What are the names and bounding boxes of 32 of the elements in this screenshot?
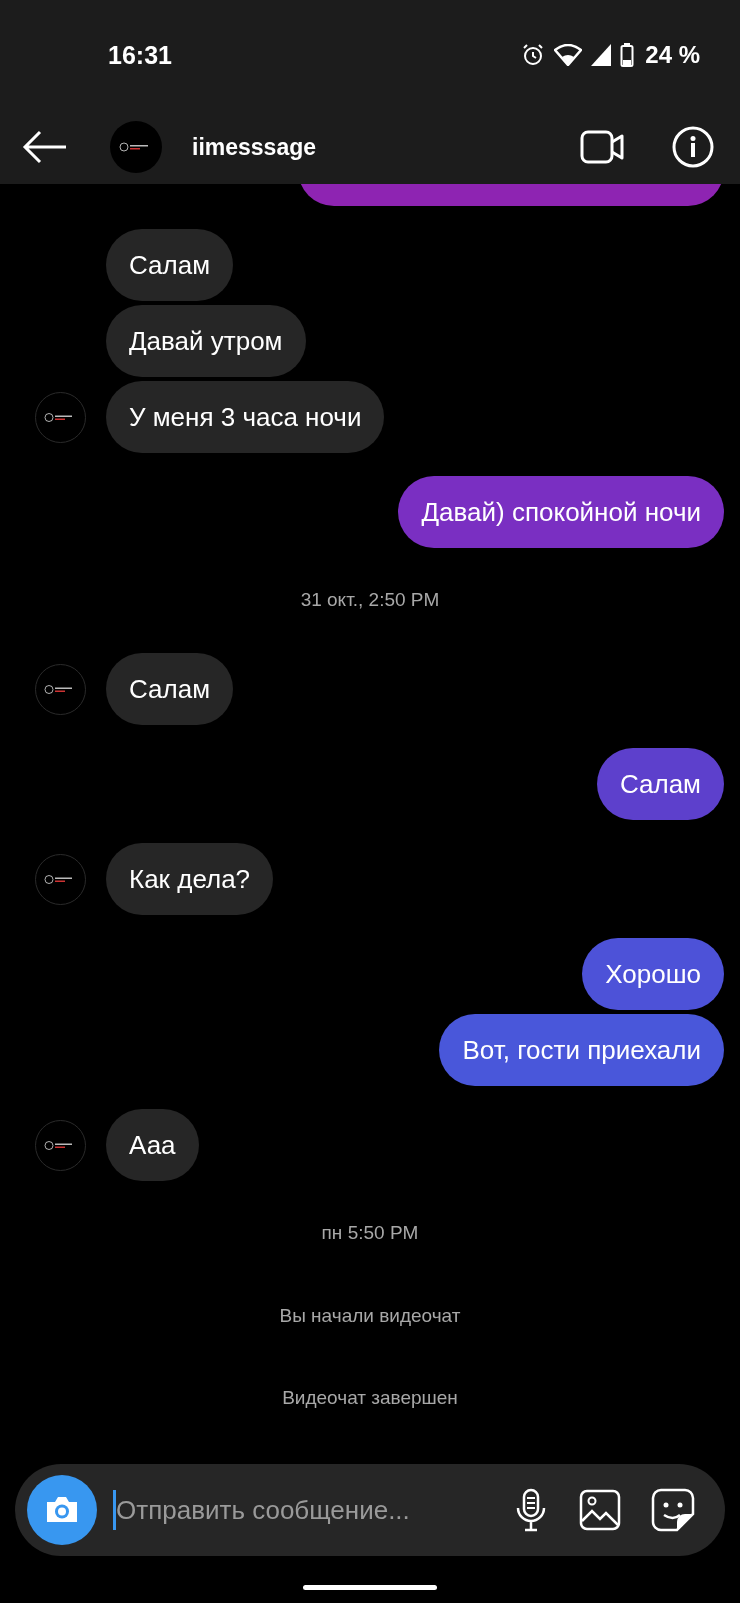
wifi-icon: [554, 44, 583, 66]
message-bubble: Салам: [596, 748, 724, 820]
message-bubble: Давай утром: [106, 305, 306, 377]
message-bubble: Хорошо: [582, 938, 724, 1010]
avatar: [35, 854, 86, 905]
message-bubble: У меня 3 часа ночи: [106, 381, 385, 453]
timestamp: 31 окт., 2:50 PM: [300, 589, 440, 610]
battery-percent: 24 %: [645, 41, 700, 69]
message-input[interactable]: Отправить сообщение...: [116, 1494, 483, 1526]
gallery-icon[interactable]: [579, 1489, 621, 1531]
camera-button[interactable]: [27, 1475, 97, 1545]
info-icon[interactable]: [672, 126, 714, 168]
contact-name[interactable]: iimesssage: [192, 133, 580, 161]
avatar[interactable]: [110, 121, 162, 173]
avatar: [35, 392, 86, 443]
message-bubble: Вот, гости приехали: [439, 1014, 724, 1086]
avatar: [35, 664, 86, 715]
event-text: Вы начали видеочат: [279, 1305, 461, 1326]
video-call-icon[interactable]: [580, 129, 626, 165]
status-time: 16:31: [108, 40, 172, 70]
battery-icon: [620, 43, 635, 67]
message-bubble: Ааа: [106, 1109, 199, 1181]
message-bubble: Как дела?: [106, 843, 274, 915]
event-text: Видеочат завершен: [282, 1387, 458, 1408]
message-bubble: Салам: [106, 229, 234, 301]
back-arrow-icon[interactable]: [22, 130, 68, 164]
message-bubble: Салам: [106, 653, 234, 725]
timestamp: пн 5:50 PM: [321, 1222, 419, 1243]
sticker-icon[interactable]: [651, 1488, 695, 1532]
avatar: [35, 1120, 86, 1171]
message-bubble: Давай) спокойной ночи: [398, 476, 724, 548]
signal-icon: [591, 44, 612, 66]
